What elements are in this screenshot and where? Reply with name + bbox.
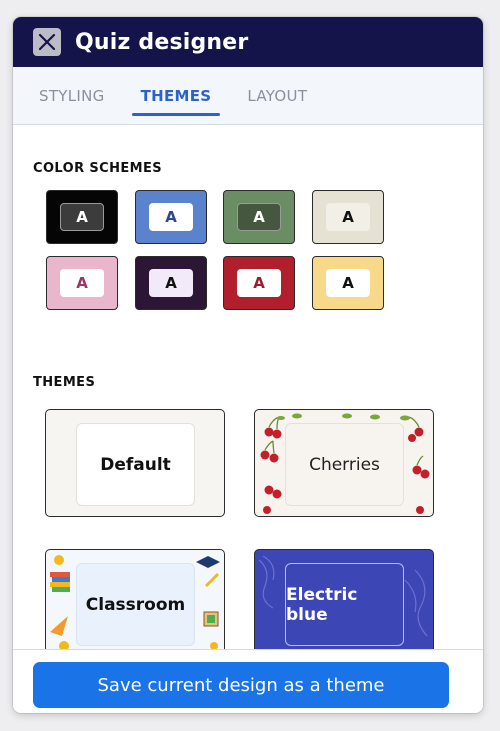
swatch-chip: A [326, 203, 370, 231]
color-schemes-heading: COLOR SCHEMES [33, 161, 163, 176]
color-scheme-swatch[interactable]: A [46, 190, 118, 244]
swatch-chip: A [60, 269, 104, 297]
save-as-theme-button[interactable]: Save current design as a theme [33, 662, 449, 708]
window-title: Quiz designer [75, 29, 249, 55]
swatch-chip: A [60, 203, 104, 231]
color-scheme-swatch[interactable]: A [312, 256, 384, 310]
color-scheme-swatch[interactable]: A [135, 256, 207, 310]
swatch-chip: A [237, 269, 281, 297]
swatch-chip: A [326, 269, 370, 297]
title-bar: Quiz designer [13, 17, 483, 67]
theme-card-cherries[interactable]: Cherries [254, 409, 434, 517]
color-scheme-swatch[interactable]: A [223, 256, 295, 310]
color-scheme-swatch[interactable]: A [223, 190, 295, 244]
themes-heading: THEMES [33, 375, 96, 390]
color-scheme-swatch[interactable]: A [46, 256, 118, 310]
color-scheme-swatch[interactable]: A [135, 190, 207, 244]
theme-card-default[interactable]: Default [45, 409, 225, 517]
footer: Save current design as a theme [13, 649, 483, 713]
swatch-chip: A [149, 269, 193, 297]
theme-label: Cherries [285, 423, 404, 506]
swatch-chip: A [149, 203, 193, 231]
quiz-designer-panel: Quiz designer STYLING THEMES LAYOUT COLO… [13, 17, 483, 713]
theme-card-classroom[interactable]: Classroom [45, 549, 225, 657]
color-scheme-swatch[interactable]: A [312, 190, 384, 244]
theme-label: Classroom [76, 563, 195, 646]
close-icon [38, 33, 56, 51]
tab-layout[interactable]: LAYOUT [238, 67, 316, 124]
themes-content: COLOR SCHEMES A A A A A A A A THEMES Def… [13, 125, 483, 713]
theme-label: Default [76, 423, 195, 506]
tab-styling[interactable]: STYLING [30, 67, 114, 124]
swatch-chip: A [237, 203, 281, 231]
theme-card-electric-blue[interactable]: Electric blue [254, 549, 434, 657]
tab-bar: STYLING THEMES LAYOUT [13, 67, 483, 125]
tab-themes[interactable]: THEMES [131, 67, 221, 124]
close-button[interactable] [33, 28, 61, 56]
theme-label: Electric blue [285, 563, 404, 646]
